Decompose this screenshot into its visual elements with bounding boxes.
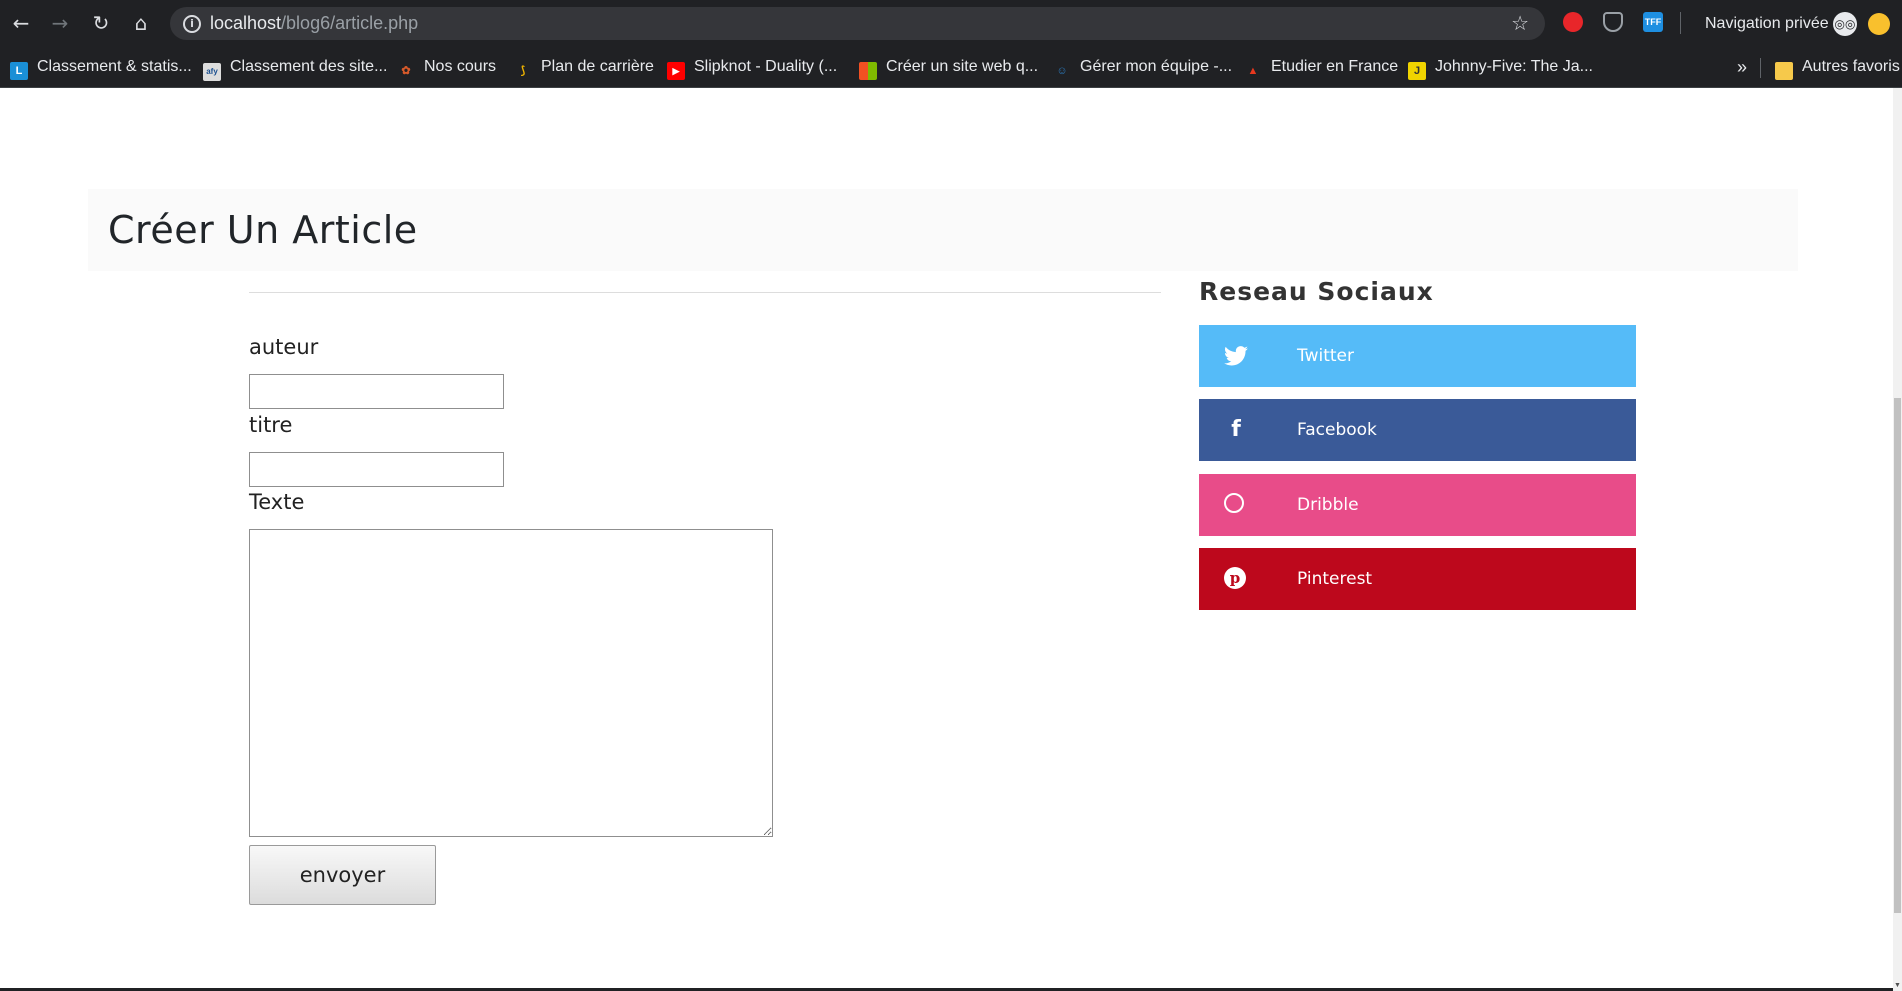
bookmark-item[interactable]: ☺ Gérer mon équipe -... [1053, 47, 1232, 87]
scroll-down-arrow-icon[interactable]: ▼ [1893, 982, 1902, 989]
twitter-link[interactable]: Twitter [1199, 325, 1636, 387]
back-arrow-icon[interactable]: ← [8, 10, 34, 36]
dribbble-link[interactable]: Dribble [1199, 474, 1636, 536]
bookmark-label: Classement & statis... [37, 58, 192, 75]
bookmark-label: Classement des site... [230, 58, 388, 75]
url-path: /blog6/article.php [281, 13, 419, 33]
pinterest-label: Pinterest [1297, 569, 1373, 589]
reload-icon[interactable]: ↻ [88, 10, 114, 36]
bookmark-label: Créer un site web q... [886, 58, 1039, 75]
scrollbar-thumb[interactable] [1894, 398, 1901, 913]
bookmark-item[interactable]: ⟆ Plan de carrière [514, 47, 654, 87]
profile-avatar-icon[interactable] [1868, 13, 1890, 35]
shield-extension-icon[interactable] [1603, 12, 1623, 32]
dribbble-icon [1224, 493, 1244, 513]
facebook-icon: f [1231, 417, 1241, 442]
other-favorites-label: Autres favoris [1802, 58, 1900, 75]
browser-toolbar: ← → ↻ ⌂ i localhost/blog6/article.php ☆ … [0, 0, 1902, 47]
bookmarks-overflow-button[interactable]: » [1737, 47, 1747, 87]
bookmark-favicon-icon: afy [203, 63, 221, 81]
other-favorites-folder[interactable]: f Autres favoris [1775, 47, 1900, 87]
bookmark-favicon-icon: ■ [859, 62, 877, 80]
bookmark-favicon-icon: ▶ [667, 62, 685, 80]
adblock-extension-icon[interactable] [1563, 12, 1583, 32]
bookmark-favicon-icon: ⟆ [520, 65, 526, 77]
bookmark-item[interactable]: L Classement & statis... [10, 47, 192, 87]
author-label: auteur [249, 335, 319, 359]
pinterest-icon: p [1224, 567, 1246, 589]
folder-icon: f [1775, 62, 1793, 80]
bookmarks-divider [1760, 58, 1761, 78]
page-title: Créer Un Article [108, 208, 418, 252]
bookmark-label: Johnny-Five: The Ja... [1435, 58, 1593, 75]
facebook-link[interactable]: f Facebook [1199, 399, 1636, 461]
bookmark-label: Gérer mon équipe -... [1080, 58, 1233, 75]
twitter-label: Twitter [1297, 346, 1354, 366]
bookmark-favicon-icon: L [10, 62, 28, 80]
bookmark-favicon-icon: ☺ [1056, 65, 1068, 77]
bookmark-item[interactable]: afy Classement des site... [203, 47, 387, 87]
bookmark-favicon-icon: J [1408, 62, 1426, 80]
dribbble-label: Dribble [1297, 495, 1359, 515]
bookmark-favicon-icon: ✿ [401, 65, 411, 77]
social-heading: Reseau Sociaux [1199, 277, 1434, 306]
url-text[interactable]: localhost/blog6/article.php [210, 7, 418, 40]
bookmark-item[interactable]: ■ Créer un site web q... [859, 47, 1038, 87]
bookmark-item[interactable]: ▲ Etudier en France [1244, 47, 1399, 87]
title-input[interactable] [249, 452, 504, 487]
bookmark-item[interactable]: J Johnny-Five: The Ja... [1408, 47, 1593, 87]
incognito-label: Navigation privée [1705, 15, 1829, 32]
text-label: Texte [249, 490, 305, 514]
home-icon[interactable]: ⌂ [128, 10, 154, 36]
bookmark-favicon-icon: ▲ [1247, 65, 1259, 77]
bookmark-label: Slipknot - Duality (... [694, 58, 838, 75]
address-bar[interactable]: i localhost/blog6/article.php ☆ [170, 7, 1545, 40]
facebook-label: Facebook [1297, 420, 1377, 440]
page-scrollbar[interactable]: ▼ [1893, 88, 1902, 991]
page-header: Créer Un Article [88, 189, 1798, 271]
url-host: localhost [210, 13, 282, 33]
text-textarea[interactable] [249, 529, 773, 837]
author-input[interactable] [249, 374, 504, 409]
page-viewport: Créer Un Article auteur titre Texte envo… [0, 88, 1902, 991]
incognito-icon[interactable]: ◎◎ [1833, 12, 1857, 36]
pinterest-link[interactable]: p Pinterest [1199, 548, 1636, 610]
bookmarks-bar: L Classement & statis... afy Classement de… [0, 47, 1902, 88]
forward-arrow-icon[interactable]: → [47, 10, 73, 36]
tff-extension-icon[interactable]: TFF [1643, 12, 1663, 32]
title-label: titre [249, 413, 293, 437]
bookmark-item[interactable]: ▶ Slipknot - Duality (... [667, 47, 837, 87]
bookmark-label: Plan de carrière [541, 58, 654, 75]
toolbar-divider [1680, 12, 1681, 34]
bookmark-label: Nos cours [424, 58, 497, 75]
bookmark-star-icon[interactable]: ☆ [1511, 7, 1529, 40]
bookmark-item[interactable]: ✿ Nos cours [397, 47, 496, 87]
info-icon[interactable]: i [183, 15, 201, 33]
bookmark-label: Etudier en France [1271, 58, 1399, 75]
content-divider [249, 292, 1161, 293]
twitter-icon [1221, 325, 1251, 387]
submit-button[interactable]: envoyer [249, 845, 436, 905]
